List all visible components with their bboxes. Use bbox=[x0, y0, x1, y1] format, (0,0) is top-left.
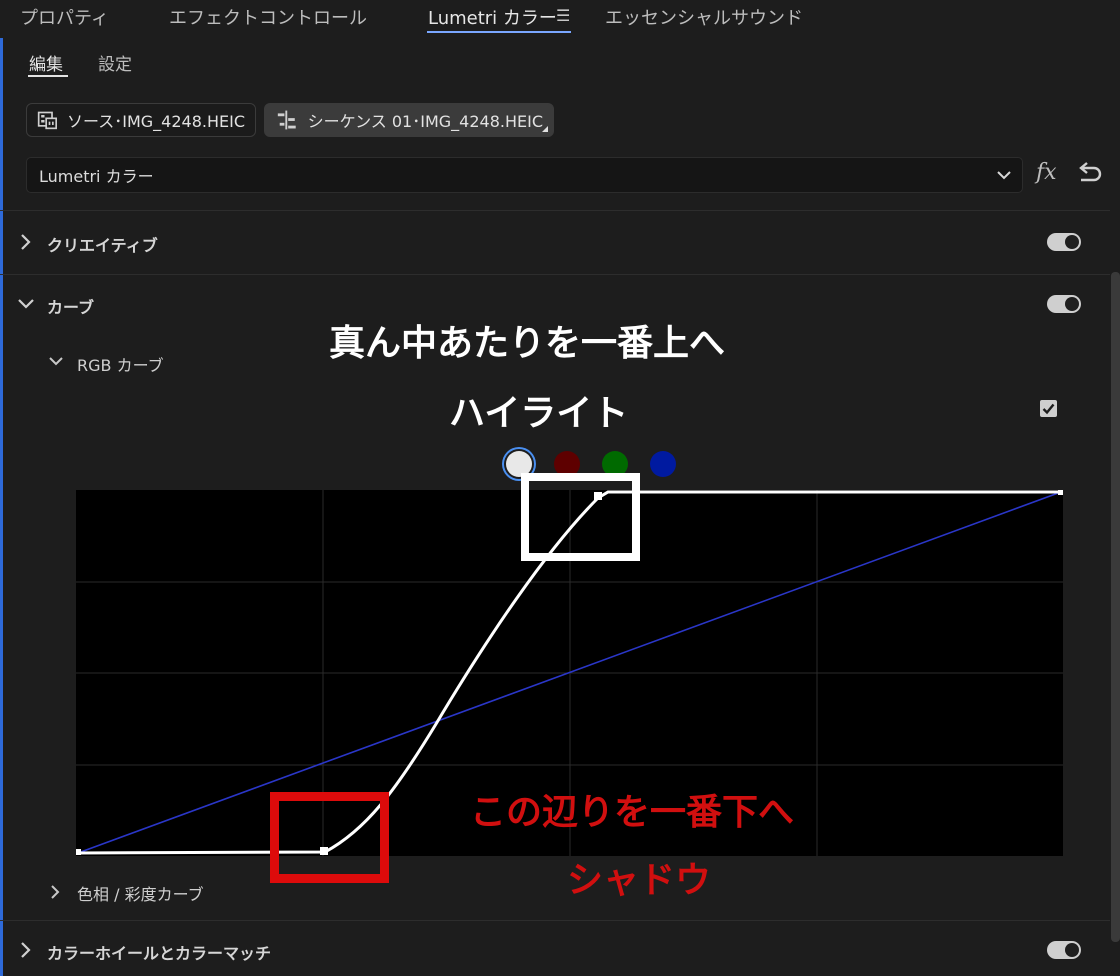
reset-icon[interactable] bbox=[1077, 162, 1103, 186]
sequence-icon bbox=[277, 110, 296, 130]
section-creative[interactable]: クリエイティブ bbox=[0, 213, 1110, 271]
subsection-title-hue-sat-curves[interactable]: 色相 / 彩度カーブ bbox=[77, 881, 204, 905]
panel-focus-accent bbox=[0, 38, 3, 976]
sequence-clip-label: シーケンス 01･IMG_4248.HEIC bbox=[307, 112, 543, 131]
tab-properties[interactable]: プロパティ bbox=[20, 4, 109, 30]
effect-dropdown[interactable]: Lumetri カラー bbox=[26, 157, 1023, 193]
active-tab-underline bbox=[427, 31, 571, 33]
toggle-creative[interactable] bbox=[1047, 233, 1081, 251]
film-icon bbox=[37, 111, 58, 130]
channel-blue-dot[interactable] bbox=[650, 451, 676, 477]
hamburger-icon[interactable]: ☰ bbox=[556, 6, 570, 25]
annotation-highlight-label: ハイライト bbox=[449, 393, 629, 434]
annotation-shadow-instruction: この辺りを一番下へ bbox=[470, 792, 795, 833]
chevron-right-icon[interactable] bbox=[14, 230, 38, 254]
divider bbox=[0, 210, 1110, 211]
scrollbar[interactable] bbox=[1111, 272, 1120, 942]
subtab-settings[interactable]: 設定 bbox=[98, 50, 132, 75]
toggle-color-wheels[interactable] bbox=[1047, 941, 1081, 959]
section-title-creative: クリエイティブ bbox=[47, 236, 158, 255]
annotation-highlight-instruction: 真ん中あたりを一番上へ bbox=[329, 323, 726, 364]
curve-point-end[interactable] bbox=[1058, 490, 1063, 495]
subsection-title-rgb-curves[interactable]: RGB カーブ bbox=[77, 352, 164, 376]
rgb-curve-checkbox[interactable] bbox=[1040, 400, 1057, 417]
section-color-wheels[interactable]: カラーホイールとカラーマッチ bbox=[0, 921, 1110, 976]
section-title-curves: カーブ bbox=[47, 298, 95, 317]
section-title-color-wheels: カラーホイールとカラーマッチ bbox=[47, 944, 272, 963]
chevron-down-icon[interactable] bbox=[45, 350, 67, 372]
tab-essential-sound[interactable]: エッセンシャルサウンド bbox=[605, 4, 803, 30]
toggle-curves[interactable] bbox=[1047, 295, 1081, 313]
source-clip-label: ソース･IMG_4248.HEIC bbox=[67, 112, 245, 131]
curve-point-start[interactable] bbox=[76, 849, 81, 855]
checkmark-icon bbox=[1042, 403, 1055, 415]
toggle-knob bbox=[1065, 297, 1079, 311]
sequence-clip-button[interactable]: シーケンス 01･IMG_4248.HEIC bbox=[264, 103, 554, 137]
highlight-annotation-box bbox=[521, 473, 640, 561]
chevron-down-icon bbox=[997, 171, 1011, 180]
chevron-down-icon[interactable] bbox=[14, 292, 38, 316]
fx-icon[interactable]: fx bbox=[1036, 160, 1057, 185]
source-clip-button[interactable]: ソース･IMG_4248.HEIC bbox=[26, 103, 256, 137]
annotation-shadow-label: シャドウ bbox=[567, 860, 712, 901]
effect-dropdown-value: Lumetri カラー bbox=[39, 167, 154, 186]
chevron-right-icon[interactable] bbox=[44, 881, 66, 903]
subtab-edit[interactable]: 編集 bbox=[29, 50, 63, 75]
shadow-annotation-box bbox=[270, 792, 389, 883]
tab-lumetri-color[interactable]: Lumetri カラー bbox=[428, 4, 557, 30]
tab-effect-controls[interactable]: エフェクトコントロール bbox=[169, 4, 367, 30]
corner-triangle-icon bbox=[542, 126, 548, 132]
chevron-right-icon[interactable] bbox=[14, 938, 38, 962]
toggle-knob bbox=[1065, 235, 1079, 249]
toggle-knob bbox=[1065, 943, 1079, 957]
subtab-underline bbox=[28, 75, 68, 77]
